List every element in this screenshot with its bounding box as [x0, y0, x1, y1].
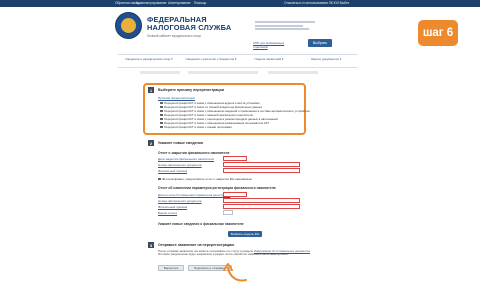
nav-item-documents[interactable]: Запрос документов ▾	[298, 57, 354, 62]
select-fn-model-button[interactable]: Выбрать модель ФН	[228, 231, 262, 237]
checkbox-icon	[160, 109, 163, 113]
fn-params-report-title: Отчет об изменении параметров регистраци…	[158, 186, 276, 190]
checkbox-icon	[160, 117, 163, 121]
step-number-3: 3	[148, 242, 154, 248]
section1-title: Выберите причину перерегистрации	[158, 88, 224, 92]
org-title: ФЕДЕРАЛЬНАЯ НАЛОГОВАЯ СЛУЖБА	[147, 15, 232, 32]
field-label: Номер фискального документа	[158, 163, 202, 167]
reason-link[interactable]: Причина перерегистрации	[158, 96, 195, 100]
section2-title: Укажите новые сведения	[158, 141, 203, 145]
nav-item-company-info[interactable]: Сведения о юридическом лице ▾	[120, 57, 178, 62]
params-fiscal-sign-input[interactable]	[223, 204, 300, 209]
field-label: Номер фискального документа	[158, 199, 202, 203]
top-bar: Обратная связь Администрирование Анкетир…	[0, 0, 480, 7]
nav-item-applications[interactable]: Подача заявлений ▾	[246, 57, 292, 62]
close-date-input[interactable]	[223, 156, 247, 161]
report-time-input[interactable]	[223, 210, 233, 215]
chevron-down-icon: ▾	[171, 57, 173, 61]
checkbox-icon	[160, 101, 163, 105]
fn-broken-checkbox[interactable]: ФН неисправен, предоставить отчет о закр…	[158, 177, 252, 181]
field-label: Время отчета	[158, 211, 177, 215]
checkbox-icon	[160, 105, 163, 109]
step-badge: шаг 6	[418, 20, 458, 46]
taxpayer-info-blurred	[255, 21, 315, 31]
field-label: Дата закрытия фискального накопителя	[158, 157, 214, 161]
submit-note: После отправки заявления, вы можете отсл…	[158, 249, 311, 257]
checkbox-icon	[160, 121, 163, 125]
checkbox-icon	[160, 113, 163, 117]
chevron-down-icon: ▾	[234, 57, 237, 61]
fn-close-report-title: Отчет о закрытии фискального накопителя	[158, 151, 230, 155]
subnav-placeholder	[118, 70, 358, 76]
chevron-down-icon: ▾	[281, 57, 284, 61]
field-label: Фискальный признак	[158, 205, 188, 209]
curved-arrow-icon	[223, 263, 247, 282]
new-fn-title: Укажите новые сведения о фискальном нако…	[158, 222, 244, 226]
topbar-link-feedback[interactable]: Обратная связь	[115, 1, 138, 5]
field-label: Фискальный признак	[158, 169, 188, 173]
main-nav: Сведения о юридическом лице ▾ Сведения о…	[118, 54, 358, 68]
site-header: ФЕДЕРАЛЬНАЯ НАЛОГОВАЯ СЛУЖБА Личный каби…	[115, 8, 360, 50]
params-doc-number-input[interactable]	[223, 198, 300, 203]
org-subtitle: Личный кабинет юридического лица	[147, 34, 201, 38]
section3-title: Отправьте заявление на перерегистрацию	[158, 243, 235, 247]
fiscal-sign-input[interactable]	[223, 168, 300, 173]
topbar-right-links[interactable]: Отказаться от использования ЛК ЮЛ Выйти	[284, 1, 349, 5]
step-number-1: 1	[148, 87, 154, 93]
fns-emblem-icon	[115, 12, 142, 39]
checkbox-icon	[158, 177, 161, 181]
kpp-select-button[interactable]: Выбрать	[308, 39, 332, 47]
checkbox-icon	[160, 125, 163, 129]
topbar-link-admin[interactable]: Администрирование	[136, 1, 166, 5]
chevron-down-icon: ▾	[339, 57, 342, 61]
nav-item-budget[interactable]: Сведения о расчетах с бюджетом ▾	[182, 57, 240, 62]
kpp-select-link[interactable]: КПП для выбирающих отделений	[253, 41, 284, 49]
params-date-input[interactable]	[223, 192, 247, 197]
back-button[interactable]: Вернуться	[158, 265, 184, 271]
reason-option[interactable]: Перерегистрация ККТ в связи с иными прич…	[160, 125, 232, 129]
topbar-link-help[interactable]: Помощь	[194, 1, 206, 5]
fiscal-doc-number-input[interactable]	[223, 162, 300, 167]
step-number-2: 2	[148, 140, 154, 146]
field-label: Дата отчета об изменении параметров реги…	[158, 193, 231, 197]
topbar-link-survey[interactable]: Анкетирование	[168, 1, 191, 5]
